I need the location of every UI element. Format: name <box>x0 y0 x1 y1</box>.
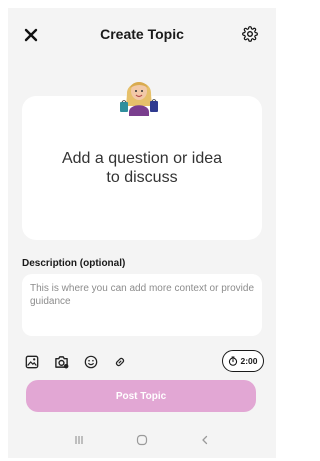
stopwatch-icon <box>229 356 238 366</box>
timer-button[interactable]: 2:00 <box>222 350 264 372</box>
page-title: Create Topic <box>100 26 184 42</box>
avatar <box>116 72 162 118</box>
home-button[interactable] <box>132 430 152 450</box>
settings-button[interactable] <box>240 24 260 44</box>
link-button[interactable] <box>110 352 130 372</box>
gear-icon <box>242 26 258 42</box>
timer-value: 2:00 <box>240 356 258 366</box>
camera-button[interactable] <box>51 352 71 372</box>
attachment-toolbar: 2:00 <box>8 350 276 374</box>
emoji-icon <box>84 355 98 369</box>
topic-prompt-text: Add a question or idea to discuss <box>61 150 223 186</box>
back-button[interactable] <box>195 430 215 450</box>
emoji-button[interactable] <box>81 352 101 372</box>
create-topic-screen: Create Topic Add a question or idea to d… <box>8 8 276 458</box>
image-button[interactable] <box>22 352 42 372</box>
back-icon <box>201 435 207 445</box>
link-icon <box>115 357 125 367</box>
image-icon <box>25 355 39 369</box>
header: Create Topic <box>8 8 276 64</box>
home-icon <box>136 434 148 446</box>
camera-icon <box>54 356 68 369</box>
system-navbar <box>8 422 276 458</box>
close-button[interactable] <box>20 24 42 46</box>
recent-apps-icon <box>75 436 83 444</box>
description-input[interactable] <box>30 282 254 328</box>
description-label: Description (optional) <box>22 258 126 269</box>
post-topic-button[interactable]: Post Topic <box>26 380 256 412</box>
close-icon <box>24 28 38 42</box>
description-box <box>22 274 262 336</box>
recent-apps-button[interactable] <box>69 430 89 450</box>
